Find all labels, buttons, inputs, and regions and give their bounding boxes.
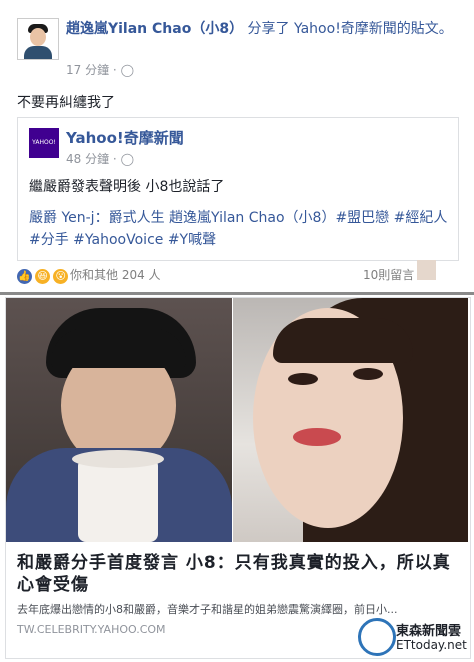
globe-icon: ◯ — [120, 63, 135, 77]
photo-man[interactable] — [6, 298, 232, 542]
shared-time[interactable]: 48 分鐘 — [66, 152, 109, 166]
shared-post-tags[interactable]: 嚴爵 Yen-j：爵式人生 趙逸嵐Yilan Chao（小8）#盟巴戀 #經紀人… — [29, 207, 449, 251]
author-avatar[interactable] — [17, 18, 59, 60]
link-title[interactable]: 和嚴爵分手首度發言 小8：只有我真實的投入，所以真心會受傷 — [17, 552, 462, 596]
yahoo-news-logo[interactable]: YAHOO! 新聞 — [29, 128, 59, 176]
like-icon: 👍 — [17, 269, 32, 284]
shared-page-name[interactable]: Yahoo!奇摩新聞 — [66, 127, 184, 148]
globe-icon: ◯ — [120, 152, 135, 166]
photo-woman[interactable] — [233, 298, 468, 542]
watermark-line1: 東森新聞雲 — [396, 624, 462, 639]
separator: · — [112, 152, 117, 166]
shared-post-time: 48 分鐘 · ◯ — [66, 150, 134, 167]
shared-post-text: 繼嚴爵發表聲明後 小8也說話了 — [29, 179, 225, 195]
post-time[interactable]: 17 分鐘 — [66, 63, 109, 77]
reaction-icons[interactable]: 👍 😆 😮 — [17, 266, 69, 285]
commenter-avatar — [417, 260, 436, 280]
post-header: 趙逸嵐Yilan Chao（小8） 分享了 Yahoo!奇摩新聞的貼文。 — [66, 18, 466, 40]
ettoday-watermark: 東森新聞雲 ETtoday.net — [358, 618, 468, 658]
author-name[interactable]: 趙逸嵐Yilan Chao（小8） — [66, 21, 243, 37]
reaction-count[interactable]: 你和其他 204 人 — [70, 266, 161, 283]
post-meta: 17 分鐘 · ◯ — [66, 61, 134, 78]
link-description: 去年底爆出戀情的小8和嚴爵，音樂才子和諧星的姐弟戀震驚演繹圈，前日小... — [17, 603, 398, 616]
comment-count[interactable]: 10則留言 — [363, 266, 414, 283]
watermark-line2: ETtoday.net — [396, 638, 467, 652]
separator: · — [112, 63, 117, 77]
ettoday-logo-icon — [358, 618, 396, 656]
link-domain: TW.CELEBRITY.YAHOO.COM — [17, 623, 166, 636]
divider — [0, 292, 474, 295]
wow-icon: 😮 — [53, 269, 69, 284]
post-status-text: 不要再糾纏我了 — [17, 95, 115, 111]
haha-icon: 😆 — [35, 269, 51, 284]
shared-text[interactable]: 分享了 Yahoo!奇摩新聞的貼文。 — [248, 21, 453, 37]
